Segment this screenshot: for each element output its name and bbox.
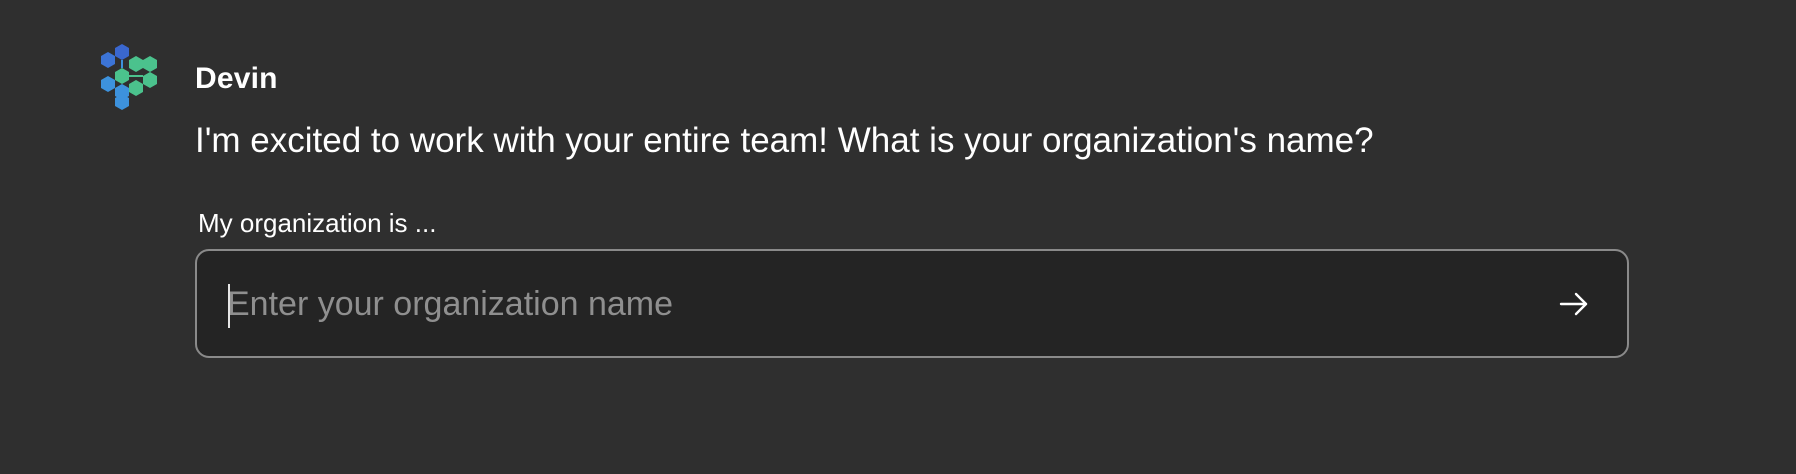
organization-input-container[interactable]: [195, 249, 1629, 358]
devin-logo-icon: [101, 44, 157, 110]
organization-field-label: My organization is ...: [198, 208, 437, 238]
text-cursor: [228, 284, 230, 328]
message-text: I'm excited to work with your entire tea…: [195, 121, 1374, 160]
organization-name-input[interactable]: [227, 269, 1527, 339]
sender-name: Devin: [195, 62, 278, 95]
submit-button[interactable]: [1545, 275, 1603, 333]
arrow-right-icon: [1559, 292, 1588, 316]
